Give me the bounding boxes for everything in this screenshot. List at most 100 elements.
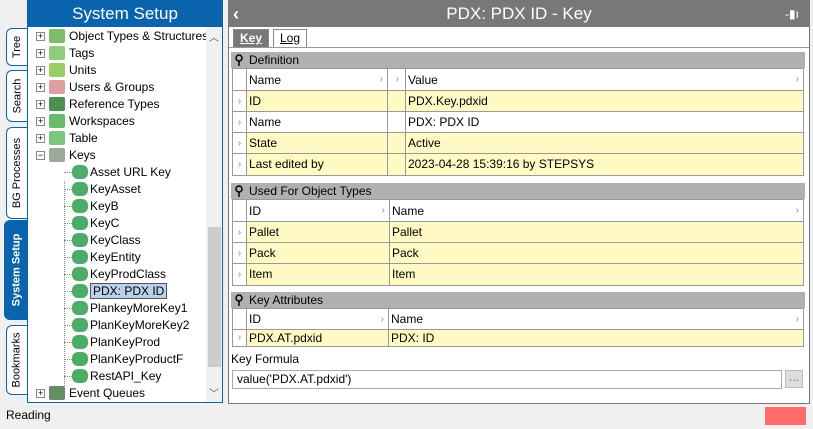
table-row[interactable]: › Pack Pack	[233, 243, 803, 264]
tree-item-label: Asset URL Key	[90, 165, 171, 179]
tree-item[interactable]: Workspaces	[69, 113, 135, 130]
spacer-cell	[387, 91, 405, 111]
row-expand-icon[interactable]: ›	[233, 222, 246, 243]
key-icon	[72, 267, 88, 281]
tree-item[interactable]: Object Types & Structures	[69, 28, 206, 45]
pin-icon[interactable]	[235, 185, 243, 197]
chevron-right-icon[interactable]: ›	[796, 200, 799, 221]
scroll-down-icon[interactable]: ﹀	[209, 385, 219, 400]
chevron-right-icon[interactable]: ›	[796, 69, 799, 90]
tree-item[interactable]: PlankeyMoreKey1	[90, 300, 187, 317]
pin-icon[interactable]	[235, 54, 243, 66]
column-header[interactable]: ID ›	[246, 309, 388, 329]
row-expand-icon[interactable]: ›	[233, 91, 246, 112]
tree-item-label: Object Types & Structures	[69, 29, 206, 43]
chevron-right-icon[interactable]: ›	[796, 309, 799, 329]
tab-key[interactable]: Key	[233, 29, 269, 47]
tree-item[interactable]: Users & Groups	[69, 79, 154, 96]
tree-item[interactable]: KeyEntity	[90, 249, 141, 266]
expand-icon[interactable]: +	[36, 66, 45, 75]
expand-icon[interactable]: +	[36, 83, 45, 92]
column-header[interactable]: Name ›	[388, 309, 803, 329]
key-icon	[72, 301, 88, 315]
row-expand-icon[interactable]: ›	[233, 330, 246, 346]
tree-item[interactable]: KeyProdClass	[90, 266, 166, 283]
vertical-tab-bg-processes[interactable]: BG Processes	[6, 127, 27, 219]
column-header-label: Name	[249, 73, 282, 87]
vertical-tab-label: Search	[11, 78, 24, 114]
key-attributes-section-header[interactable]: Key Attributes	[231, 292, 805, 308]
chevron-right-icon[interactable]: ›	[380, 69, 383, 90]
expand-icon[interactable]: +	[36, 32, 45, 41]
vertical-tab-search[interactable]: Search	[6, 70, 27, 122]
tree-item[interactable]: PlanKeyProd	[90, 334, 160, 351]
row-expand-icon[interactable]: ›	[233, 133, 246, 154]
vertical-tab-system-setup[interactable]: System Setup	[4, 220, 27, 320]
tree-item[interactable]: Event Queues	[69, 385, 145, 402]
tree-item[interactable]: Units	[69, 62, 96, 79]
tree-guide-line	[64, 181, 65, 386]
chevron-right-icon[interactable]: ›	[382, 200, 385, 221]
collapse-icon[interactable]: −	[36, 151, 45, 160]
back-chevron-icon[interactable]: ‹	[233, 1, 239, 27]
tree-item-label: PlanKeyProd	[90, 335, 161, 349]
table-row[interactable]: › ID PDX.Key.pdxid	[233, 91, 803, 112]
used-for-section-header[interactable]: Used For Object Types	[231, 183, 805, 199]
tree-item[interactable]: PDX: PDX ID	[90, 283, 168, 300]
table-row[interactable]: › PDX.AT.pdxid PDX: ID	[233, 330, 803, 346]
key-icon	[72, 369, 88, 383]
table-row[interactable]: › State Active	[233, 133, 803, 154]
column-header-label: ID	[249, 204, 261, 218]
column-header[interactable]: Name ›	[389, 200, 803, 221]
chevron-right-icon: ›	[395, 74, 399, 85]
column-header[interactable]: Value ›	[405, 69, 803, 90]
tree-item[interactable]: Table	[69, 130, 98, 147]
expand-icon[interactable]: +	[36, 134, 45, 143]
tree-item-label: Keys	[69, 148, 96, 162]
formula-browse-button[interactable]: ...	[785, 370, 803, 388]
scroll-up-icon[interactable]: ︿	[209, 29, 219, 44]
column-header[interactable]: ID ›	[246, 200, 389, 221]
vertical-tab-tree[interactable]: Tree	[6, 28, 27, 66]
tree-item-label: Table	[69, 131, 98, 145]
status-text: Reading	[6, 408, 51, 422]
tab-log[interactable]: Log	[273, 29, 307, 47]
tree-item[interactable]: KeyB	[90, 198, 119, 215]
tree-item[interactable]: Tags	[69, 45, 94, 62]
tree-item[interactable]: PlanKeyMoreKey2	[90, 317, 189, 334]
table-row[interactable]: › Last edited by 2023-04-28 15:39:16 by ST…	[233, 154, 803, 175]
table-row[interactable]: › Name PDX: PDX ID	[233, 112, 803, 133]
vertical-tab-strip: Tree Search BG Processes System Setup Bookma…	[0, 0, 27, 403]
row-expand-icon[interactable]: ›	[233, 264, 246, 285]
tree-item[interactable]: RestAPI_Key	[90, 368, 161, 385]
table-cell: Active	[405, 133, 803, 153]
tree-item[interactable]: Keys	[69, 147, 96, 164]
expand-icon[interactable]: +	[36, 49, 45, 58]
tree-item-label: PlanKeyMoreKey2	[90, 318, 190, 332]
row-expand-icon[interactable]: ›	[233, 154, 246, 175]
expand-icon[interactable]: +	[36, 117, 45, 126]
vertical-tab-label: Tree	[11, 35, 23, 59]
tree-item[interactable]: KeyAsset	[90, 181, 141, 198]
chevron-right-icon[interactable]: ›	[381, 309, 384, 329]
vertical-tab-bookmarks[interactable]: Bookmarks	[6, 325, 27, 395]
column-header-label: ID	[249, 312, 261, 326]
key-formula-input[interactable]: value('PDX.AT.pdxid')	[232, 370, 782, 389]
table-row[interactable]: › Pallet Pallet	[233, 222, 803, 243]
tree-item[interactable]: KeyC	[90, 215, 119, 232]
column-header[interactable]: Name ›	[246, 69, 387, 90]
expand-icon[interactable]: +	[36, 389, 45, 398]
definition-section-header[interactable]: Definition	[231, 52, 805, 68]
row-expand-icon[interactable]: ›	[233, 243, 246, 264]
tree-item[interactable]: PlanKeyProductF	[90, 351, 183, 368]
pin-icon[interactable]	[235, 294, 243, 306]
scrollbar-thumb[interactable]	[208, 227, 221, 367]
tree-item[interactable]: Asset URL Key	[90, 164, 171, 181]
row-expand-icon[interactable]: ›	[233, 112, 246, 133]
pin-icon[interactable]: -▮ı	[785, 1, 799, 27]
tree-item[interactable]: Reference Types	[69, 96, 160, 113]
tree-scrollbar[interactable]: ︿ ﹀	[206, 27, 222, 402]
table-row[interactable]: › Item Item	[233, 264, 803, 285]
tree-item[interactable]: KeyClass	[90, 232, 141, 249]
expand-icon[interactable]: +	[36, 100, 45, 109]
